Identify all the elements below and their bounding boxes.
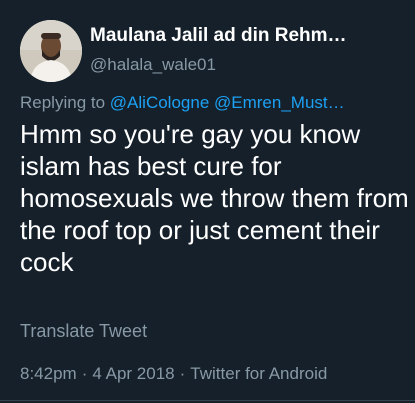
tweet-client[interactable]: Twitter for Android xyxy=(190,364,327,383)
tweet-text: Hmm so you're gay you know islam has bes… xyxy=(20,119,409,277)
author-handle[interactable]: @halala_wale01 xyxy=(90,55,216,75)
translate-tweet-link[interactable]: Translate Tweet xyxy=(20,320,147,342)
avatar-image xyxy=(20,20,82,82)
author-name[interactable]: Maulana Jalil ad din Rehm… xyxy=(90,25,390,47)
avatar[interactable] xyxy=(20,20,82,82)
tweet-meta: 8:42pm · 4 Apr 2018 · Twitter for Android xyxy=(20,363,327,385)
tweet-date[interactable]: 4 Apr 2018 xyxy=(92,364,174,383)
mention-link[interactable]: @Emren_Must… xyxy=(214,93,345,112)
divider xyxy=(0,400,415,401)
meta-separator: · xyxy=(179,364,186,383)
tweet-time[interactable]: 8:42pm xyxy=(20,364,77,383)
replying-to: Replying to @AliCologne @Emren_Must… xyxy=(20,92,412,114)
mention-link[interactable]: @AliCologne xyxy=(110,93,209,112)
tweet-card: Maulana Jalil ad din Rehm… @halala_wale0… xyxy=(0,0,415,403)
meta-separator: · xyxy=(81,364,88,383)
replying-to-label: Replying to xyxy=(20,93,106,112)
